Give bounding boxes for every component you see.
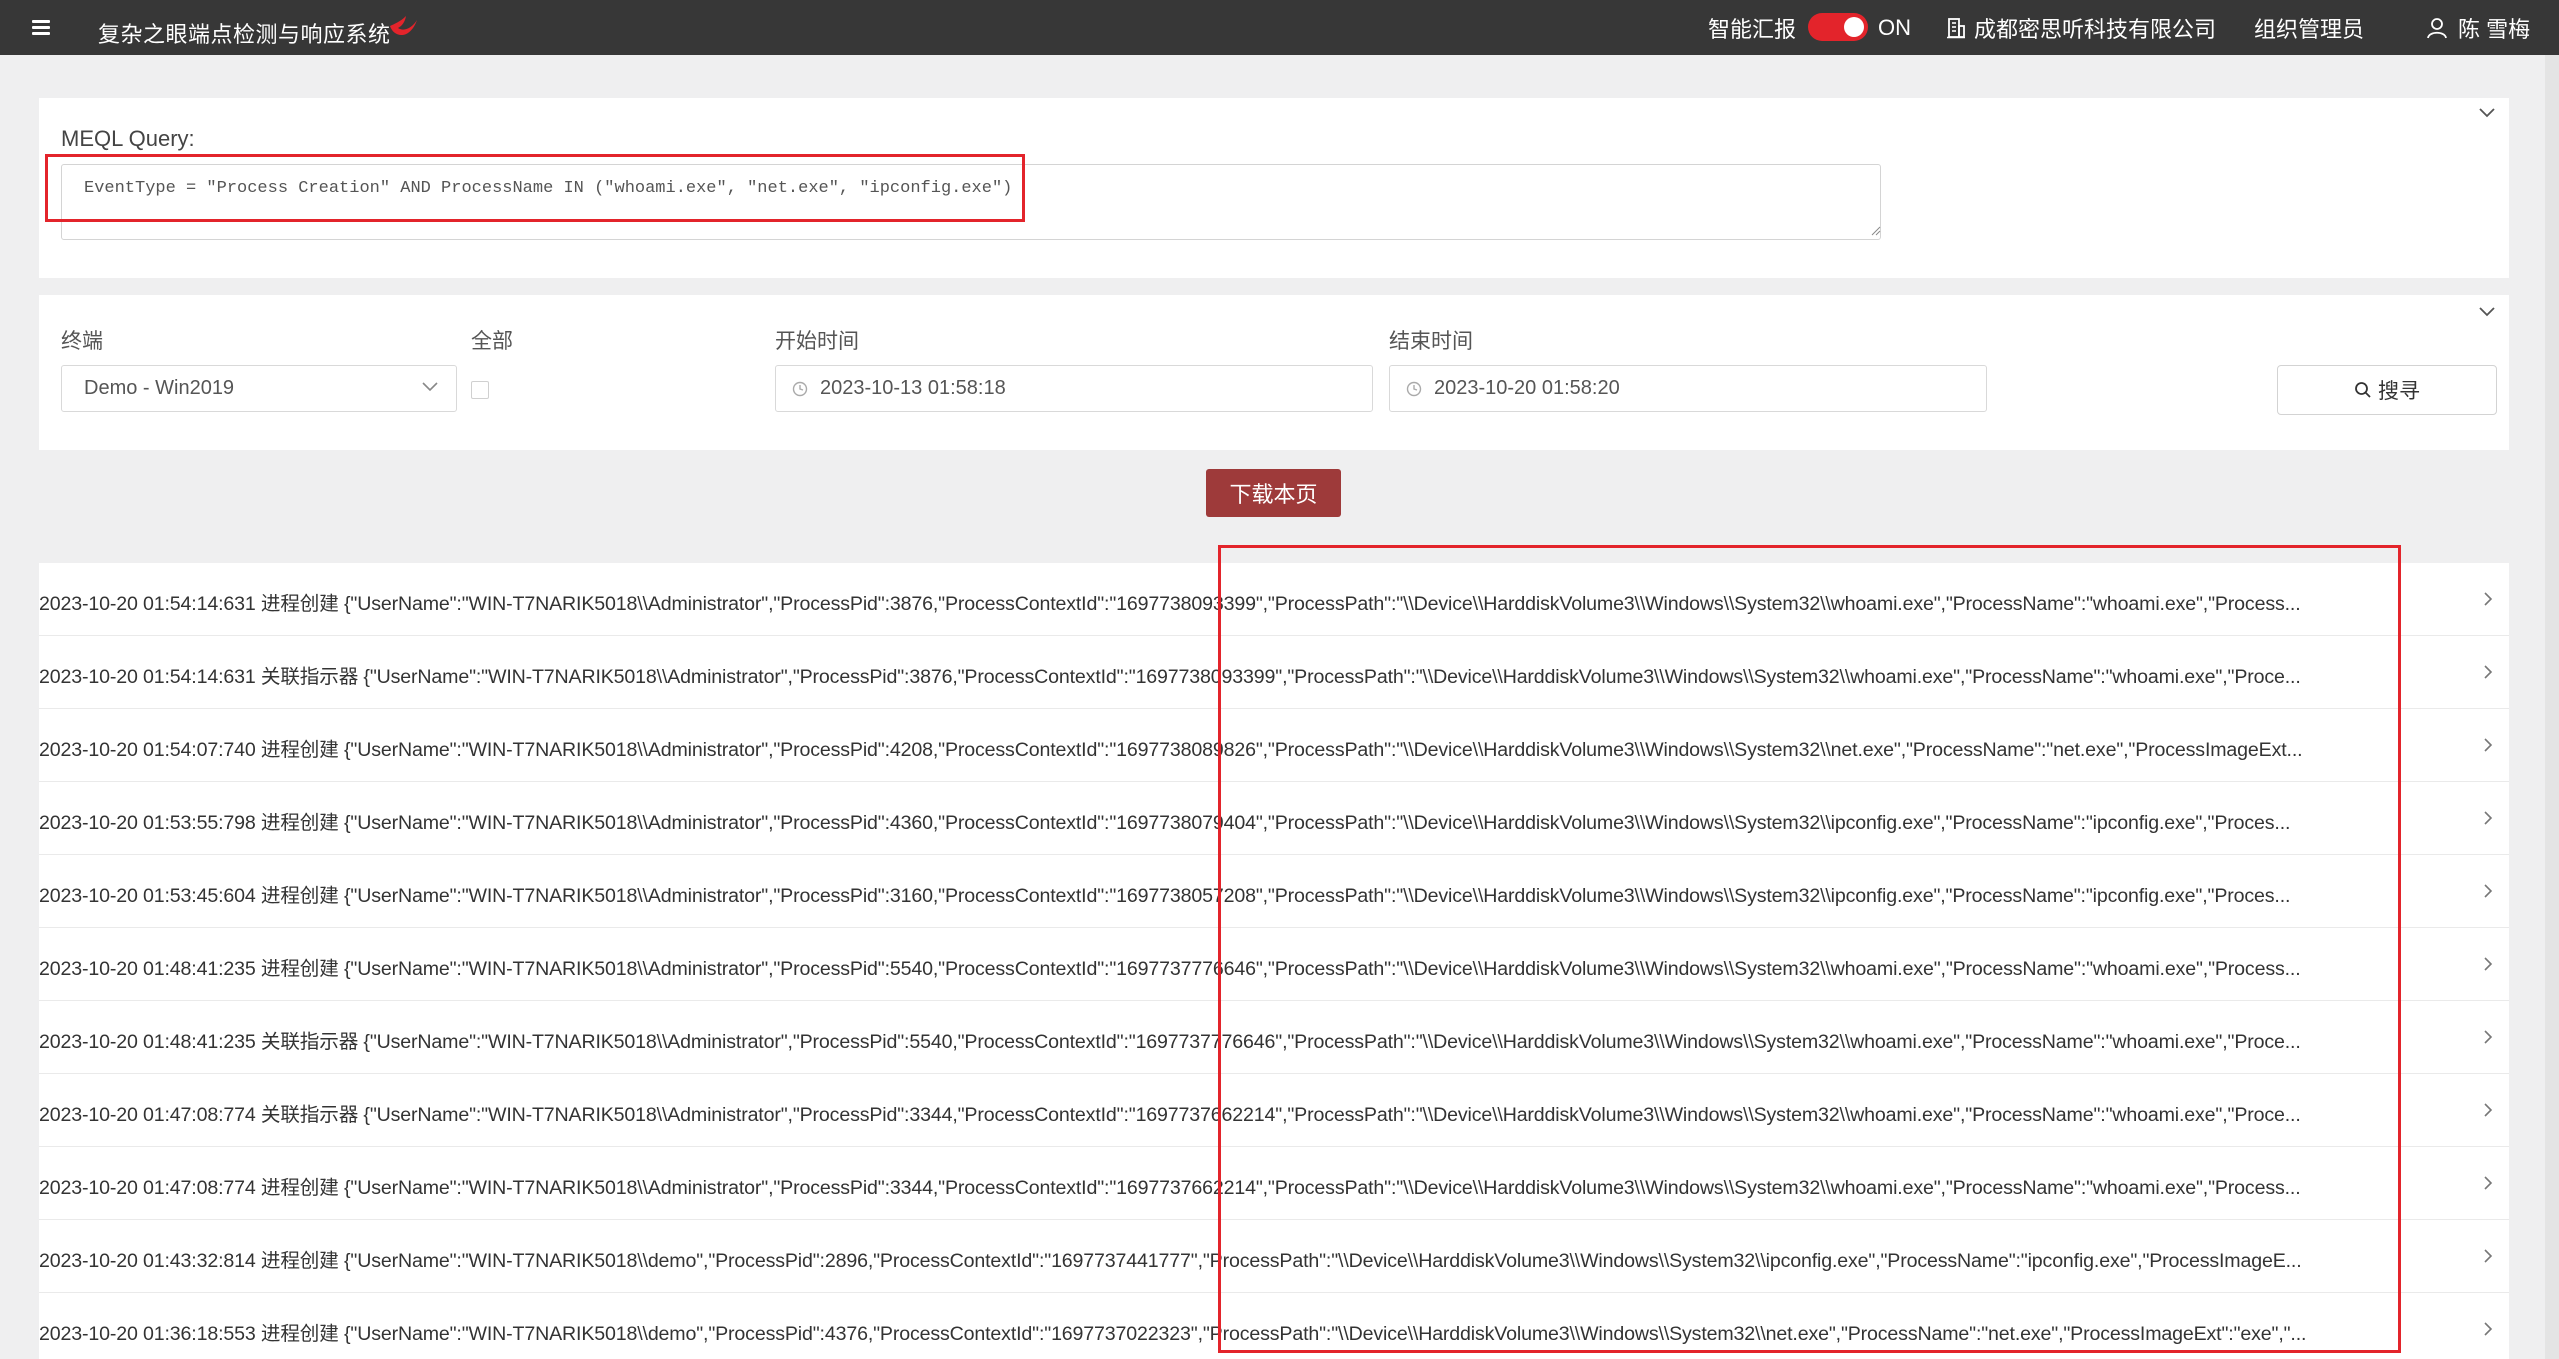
resize-grip-icon[interactable] (1871, 226, 1881, 236)
end-time-label: 结束时间 (1389, 330, 1473, 353)
chevron-right-icon (2484, 884, 2493, 898)
chevron-right-icon (2484, 738, 2493, 752)
chevron-down-icon (422, 382, 438, 392)
query-label: MEQL Query: (61, 126, 195, 151)
clock-icon (792, 381, 808, 396)
terminal-select[interactable]: Demo - Win2019 (61, 365, 457, 412)
chevron-right-icon (2484, 1176, 2493, 1190)
chevron-right-icon (2484, 1030, 2493, 1044)
smart-report-label: 智能汇报 (1708, 16, 1797, 42)
clock-icon (1406, 381, 1422, 396)
chevron-right-icon (2484, 1322, 2493, 1336)
terminal-label: 终端 (61, 330, 103, 353)
chevron-right-icon (2484, 1249, 2493, 1263)
app-title: 复杂之眼端点检测与响应系统 (98, 22, 391, 47)
chevron-right-icon (2484, 957, 2493, 971)
logo-icon (390, 16, 417, 36)
top-bar: 复杂之眼端点检测与响应系统 智能汇报 ON 成都密思听科技有限公司 组织管理员 … (0, 0, 2559, 55)
start-time-label: 开始时间 (775, 330, 859, 353)
start-time-picker[interactable]: 2023-10-13 01:58:18 (775, 365, 1373, 412)
page-scrollbar[interactable] (2545, 55, 2559, 1359)
end-time-picker[interactable]: 2023-10-20 01:58:20 (1389, 365, 1987, 412)
chevron-right-icon (2484, 811, 2493, 825)
search-button[interactable]: 搜寻 (2277, 365, 2497, 415)
smart-report-toggle[interactable] (1808, 13, 1868, 41)
role-label: 组织管理员 (2254, 16, 2365, 42)
chevron-right-icon (2484, 665, 2493, 679)
user-name: 陈 雪梅 (2458, 16, 2531, 42)
query-highlight-box (45, 154, 1025, 222)
search-icon (2355, 382, 2371, 398)
download-page-button[interactable]: 下载本页 (1206, 469, 1341, 517)
all-label: 全部 (471, 330, 513, 353)
user-menu[interactable]: 陈 雪梅 (2426, 0, 2530, 55)
user-icon (2427, 17, 2447, 38)
results-highlight-box (1218, 545, 2401, 1353)
filter-panel: 终端 Demo - Win2019 全部 开始时间 2023-10-13 01:… (39, 295, 2509, 450)
all-checkbox[interactable] (471, 381, 489, 399)
toggle-state-text: ON (1878, 14, 1911, 40)
company-name: 成都密思听科技有限公司 (1974, 16, 2217, 42)
terminal-value: Demo - Win2019 (84, 377, 235, 399)
search-button-label: 搜寻 (2378, 380, 2420, 403)
chevron-right-icon (2484, 592, 2493, 606)
building-icon (1947, 17, 1965, 38)
start-time-value: 2023-10-13 01:58:18 (820, 377, 1006, 399)
end-time-value: 2023-10-20 01:58:20 (1434, 377, 1620, 399)
company-menu[interactable]: 成都密思听科技有限公司 (1946, 0, 2216, 55)
collapse-query-chevron-icon[interactable] (2479, 108, 2495, 122)
chevron-right-icon (2484, 1103, 2493, 1117)
hamburger-menu-icon[interactable] (32, 20, 50, 35)
collapse-filter-chevron-icon[interactable] (2479, 307, 2495, 321)
